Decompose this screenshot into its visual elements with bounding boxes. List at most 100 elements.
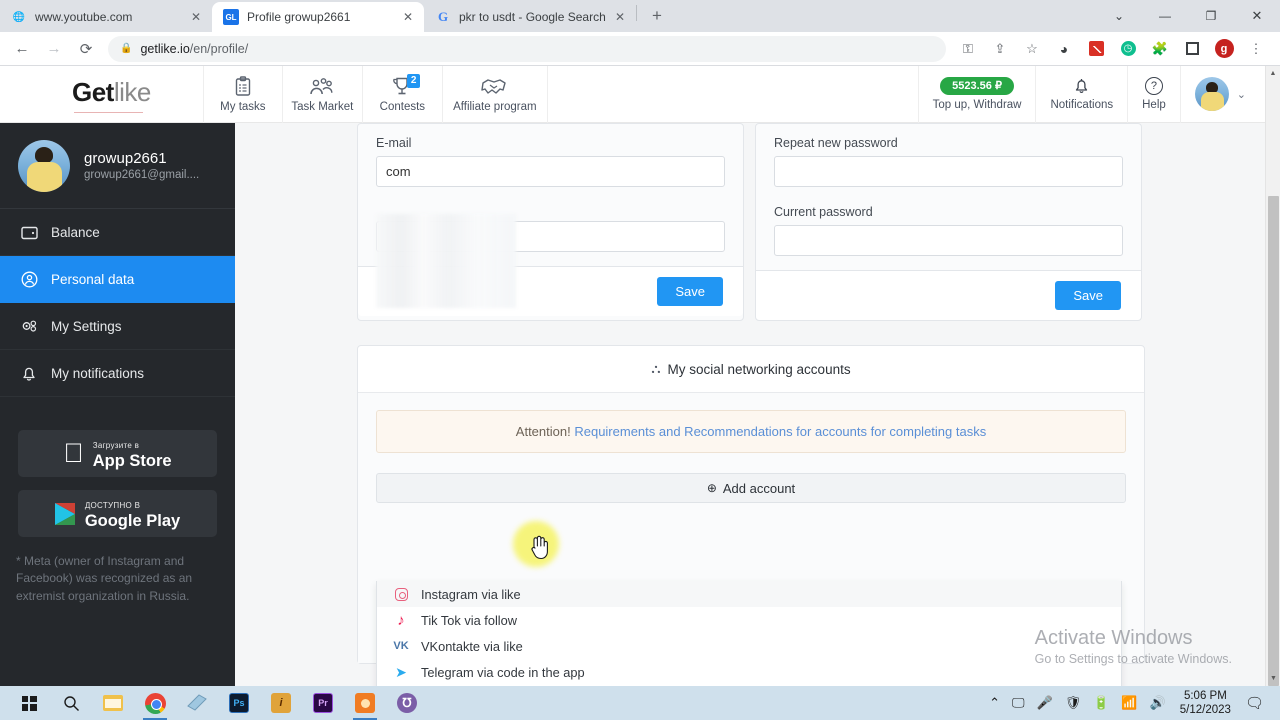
wifi-icon[interactable]: 📶 [1115, 695, 1143, 711]
scroll-down-arrow[interactable]: ▼ [1266, 671, 1280, 686]
system-tray: ⌃ 🖵 🎤 🛡 🔋 📶 🔊 5:06 PM 5/12/2023 🗨 [983, 689, 1280, 718]
chrome-menu-icon[interactable]: ⋮ [1243, 36, 1269, 62]
address-bar[interactable]: 🔒 getlike.io/en/profile/ [108, 35, 946, 62]
taskbar-chrome[interactable] [134, 686, 176, 720]
nav-item-contests[interactable]: 2 Contests [363, 66, 443, 123]
nav-item-affiliate-program[interactable]: Affiliate program [443, 66, 548, 123]
tab-close-icon[interactable]: ✕ [400, 9, 416, 25]
green-extension-icon[interactable]: ◷ [1115, 36, 1141, 62]
email-label: E-mail [376, 136, 412, 150]
sidebar: growup2661 growup2661@gmail.... Balance … [0, 123, 235, 686]
display-icon[interactable]: 🖵 [1006, 695, 1031, 711]
sidebar-item-personal-data[interactable]: Personal data [0, 256, 235, 303]
maximize-button[interactable]: ❐ [1188, 0, 1234, 32]
tab-divider [636, 4, 637, 21]
security-icon[interactable]: 🛡 [1059, 695, 1088, 711]
sidepanel-icon[interactable] [1179, 36, 1205, 62]
close-window-button[interactable]: ✕ [1234, 0, 1280, 32]
user-circle-icon [18, 271, 40, 288]
browser-tab-google-search[interactable]: G pkr to usdt - Google Search ✕ [424, 2, 636, 32]
notification-center-icon[interactable]: 🗨 [1239, 694, 1274, 712]
sidebar-item-my-notifications[interactable]: My notifications [0, 350, 235, 397]
browser-toolbar: ← → ⟳ 🔒 getlike.io/en/profile/ ⚿ ⇪ ☆ ◕ ◷… [0, 32, 1280, 66]
notifications-widget[interactable]: Notifications [1035, 66, 1127, 123]
microphone-icon[interactable]: 🎤 [1031, 695, 1059, 711]
taskbar-blue-app[interactable] [176, 686, 218, 720]
taskbar-file-explorer[interactable] [92, 686, 134, 720]
url-path: /en/profile/ [189, 41, 249, 56]
start-button[interactable] [8, 686, 50, 720]
dropdown-item-instagram[interactable]: Instagram via like [377, 581, 1121, 607]
share-icon[interactable]: ⇪ [987, 36, 1013, 62]
contests-badge: 2 [406, 73, 421, 88]
taskbar-photoshop[interactable]: Ps [218, 686, 260, 720]
key-icon[interactable]: ⚿ [955, 36, 981, 62]
volume-icon[interactable]: 🔊 [1144, 695, 1172, 711]
user-menu[interactable]: ⌄ [1179, 66, 1268, 123]
sidebar-item-balance[interactable]: Balance [0, 209, 235, 256]
current-password-label: Current password [774, 205, 873, 219]
sidebar-item-my-settings[interactable]: My Settings [0, 303, 235, 350]
nav-item-my-tasks[interactable]: My tasks [202, 66, 283, 123]
tab-close-icon[interactable]: ✕ [188, 9, 204, 25]
balance-widget[interactable]: 5523.56 ₽ Top up, Withdraw [917, 66, 1036, 123]
tab-title: pkr to usdt - Google Search [459, 10, 606, 24]
getlike-logo[interactable]: Getlike [72, 77, 151, 113]
scroll-up-arrow[interactable]: ▲ [1266, 66, 1280, 81]
dropdown-item-telegram[interactable]: ➤ Telegram via code in the app [377, 659, 1121, 685]
sidebar-username: growup2661 [84, 150, 167, 167]
taskbar-premiere-pro[interactable]: Pr [302, 686, 344, 720]
requirements-link[interactable]: Requirements and Recommendations for acc… [574, 424, 986, 439]
site-header: Getlike My tasks Task Market 2 Contests … [0, 66, 1268, 123]
taskbar-inpage[interactable]: i [260, 686, 302, 720]
email-input[interactable] [376, 156, 725, 187]
sidebar-profile[interactable]: growup2661 growup2661@gmail.... [0, 123, 235, 209]
site-nav: My tasks Task Market 2 Contests Affiliat… [202, 66, 548, 123]
current-password-input[interactable] [774, 225, 1123, 256]
orange-app-icon [355, 693, 375, 713]
repeat-password-input[interactable] [774, 156, 1123, 187]
google-play-badge[interactable]: ДОСТУПНО В Google Play [18, 490, 217, 537]
forward-button[interactable]: → [40, 35, 68, 63]
question-circle-icon: ? [1144, 77, 1163, 95]
taskbar-clock[interactable]: 5:06 PM 5/12/2023 [1172, 689, 1239, 718]
red-extension-icon[interactable] [1083, 36, 1109, 62]
handshake-icon [481, 76, 509, 98]
tab-title: www.youtube.com [35, 10, 133, 24]
puzzle-extension-icon[interactable]: 🧩 [1147, 36, 1173, 62]
tab-close-icon[interactable]: ✕ [612, 9, 628, 25]
photoshop-icon: Ps [229, 693, 249, 713]
bell-icon [18, 365, 40, 382]
header-right: 5523.56 ₽ Top up, Withdraw Notifications… [917, 66, 1268, 123]
help-widget[interactable]: ? Help [1127, 66, 1180, 123]
minimize-button[interactable]: — [1142, 0, 1188, 32]
chevron-up-icon[interactable]: ⌃ [983, 695, 1006, 711]
scrollbar-thumb[interactable] [1268, 196, 1279, 686]
tab-search-icon[interactable]: ⌄ [1096, 0, 1142, 32]
nav-item-task-market[interactable]: Task Market [283, 66, 363, 123]
taskbar-search[interactable] [50, 686, 92, 720]
reload-button[interactable]: ⟳ [72, 35, 100, 63]
taskbar-orange-app[interactable] [344, 686, 386, 720]
dropdown-item-vkontakte[interactable]: VK VKontakte via like [377, 633, 1121, 659]
activate-windows-watermark: Activate Windows Go to Settings to activ… [1035, 627, 1232, 666]
app-store-badge[interactable]:  Загрузите в App Store [18, 430, 217, 477]
save-email-button[interactable]: Save [657, 277, 723, 306]
browser-tab-youtube[interactable]: 🌐 www.youtube.com ✕ [0, 2, 212, 32]
brave-icon[interactable]: ◕ [1051, 36, 1077, 62]
globe-icon: 🌐 [12, 11, 26, 23]
back-button[interactable]: ← [8, 35, 36, 63]
new-tab-button[interactable]: + [643, 2, 671, 30]
taskbar-bittorrent[interactable]: ℧ [386, 686, 428, 720]
dropdown-item-tiktok[interactable]: ♪ Tik Tok via follow [377, 607, 1121, 633]
page-scrollbar[interactable]: ▲ ▼ [1265, 66, 1280, 686]
browser-tab-profile[interactable]: GL Profile growup2661 ✕ [212, 2, 424, 32]
tab-title: Profile growup2661 [247, 10, 351, 24]
profile-avatar-icon[interactable]: g [1211, 36, 1237, 62]
people-icon [309, 76, 335, 98]
add-account-button[interactable]: ⊕ Add account [376, 473, 1126, 503]
battery-icon[interactable]: 🔋 [1087, 695, 1115, 711]
save-password-button[interactable]: Save [1055, 281, 1121, 310]
bookmark-star-icon[interactable]: ☆ [1019, 36, 1045, 62]
dropdown-item-label: Tik Tok via follow [421, 612, 518, 628]
